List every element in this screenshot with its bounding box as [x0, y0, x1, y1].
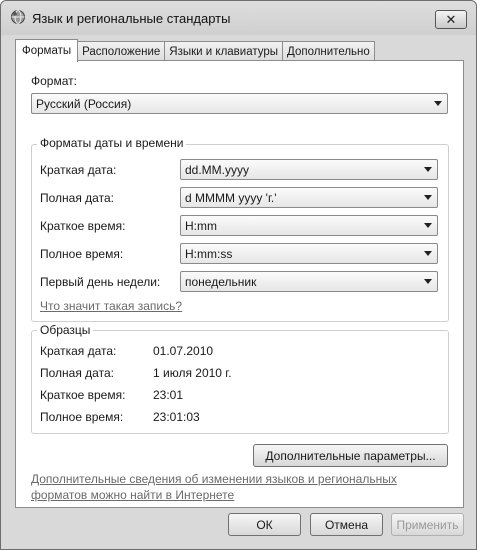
tab-keyboards-languages[interactable]: Языки и клавиатуры: [164, 41, 284, 61]
long-time-select[interactable]: H:mm:ss: [180, 243, 438, 264]
ok-button[interactable]: ОК: [228, 513, 301, 536]
chevron-down-icon: [424, 251, 432, 256]
first-day-value: понедельник: [185, 274, 257, 289]
samples-group-title: Образцы: [37, 323, 94, 337]
long-time-label: Полное время:: [40, 247, 124, 261]
formats-panel: Формат: Русский (Россия) Форматы даты и …: [15, 60, 464, 508]
title-bar[interactable]: Язык и региональные стандарты ✕: [1, 1, 476, 35]
window-title: Язык и региональные стандарты: [32, 11, 231, 26]
long-time-value: H:mm:ss: [185, 246, 233, 261]
info-link-line2[interactable]: форматов можно найти в Интернете: [31, 488, 234, 502]
info-link-line1[interactable]: Дополнительные сведения об изменении язы…: [31, 472, 397, 486]
short-date-label: Краткая дата:: [40, 163, 117, 177]
first-day-select[interactable]: понедельник: [180, 271, 438, 292]
tab-administrative[interactable]: Дополнительно: [282, 41, 375, 61]
short-time-value: H:mm: [185, 218, 217, 233]
format-select-value: Русский (Россия): [36, 96, 132, 111]
short-date-select[interactable]: dd.MM.yyyy: [180, 159, 438, 180]
chevron-down-icon: [424, 223, 432, 228]
format-select[interactable]: Русский (Россия): [31, 93, 448, 114]
tab-bar: Форматы Расположение Языки и клавиатуры …: [15, 39, 375, 62]
sample-long-time-value: 23:01:03: [153, 410, 200, 424]
short-time-select[interactable]: H:mm: [180, 215, 438, 236]
additional-settings-button[interactable]: Дополнительные параметры...: [253, 444, 448, 467]
tab-location[interactable]: Расположение: [77, 41, 166, 61]
chevron-down-icon: [434, 101, 442, 106]
sample-long-date-value: 1 июля 2010 г.: [153, 366, 232, 380]
apply-button[interactable]: Применить: [391, 513, 464, 536]
chevron-down-icon: [424, 279, 432, 284]
close-button[interactable]: ✕: [435, 10, 467, 29]
sample-long-date-label: Полная дата:: [40, 366, 114, 380]
help-notation-link[interactable]: Что значит такая запись?: [40, 299, 182, 313]
sample-short-date-label: Краткая дата:: [40, 344, 117, 358]
cancel-button[interactable]: Отмена: [310, 513, 383, 536]
tab-formats[interactable]: Форматы: [15, 39, 79, 62]
sample-short-time-label: Краткое время:: [40, 388, 126, 402]
chevron-down-icon: [424, 167, 432, 172]
long-date-select[interactable]: d MMMM yyyy 'г.': [180, 187, 438, 208]
globe-icon: [11, 10, 25, 24]
first-day-label: Первый день недели:: [40, 275, 161, 289]
short-date-value: dd.MM.yyyy: [185, 162, 250, 177]
long-date-value: d MMMM yyyy 'г.': [185, 190, 277, 205]
chevron-down-icon: [424, 195, 432, 200]
long-date-label: Полная дата:: [40, 191, 114, 205]
sample-short-date-value: 01.07.2010: [153, 344, 214, 358]
dialog-window: Язык и региональные стандарты ✕ Форматы …: [0, 0, 477, 550]
sample-short-time-value: 23:01: [153, 388, 184, 402]
datetime-group-title: Форматы даты и времени: [37, 136, 187, 150]
short-time-label: Краткое время:: [40, 219, 126, 233]
format-label: Формат:: [31, 74, 77, 88]
sample-long-time-label: Полное время:: [40, 410, 124, 424]
